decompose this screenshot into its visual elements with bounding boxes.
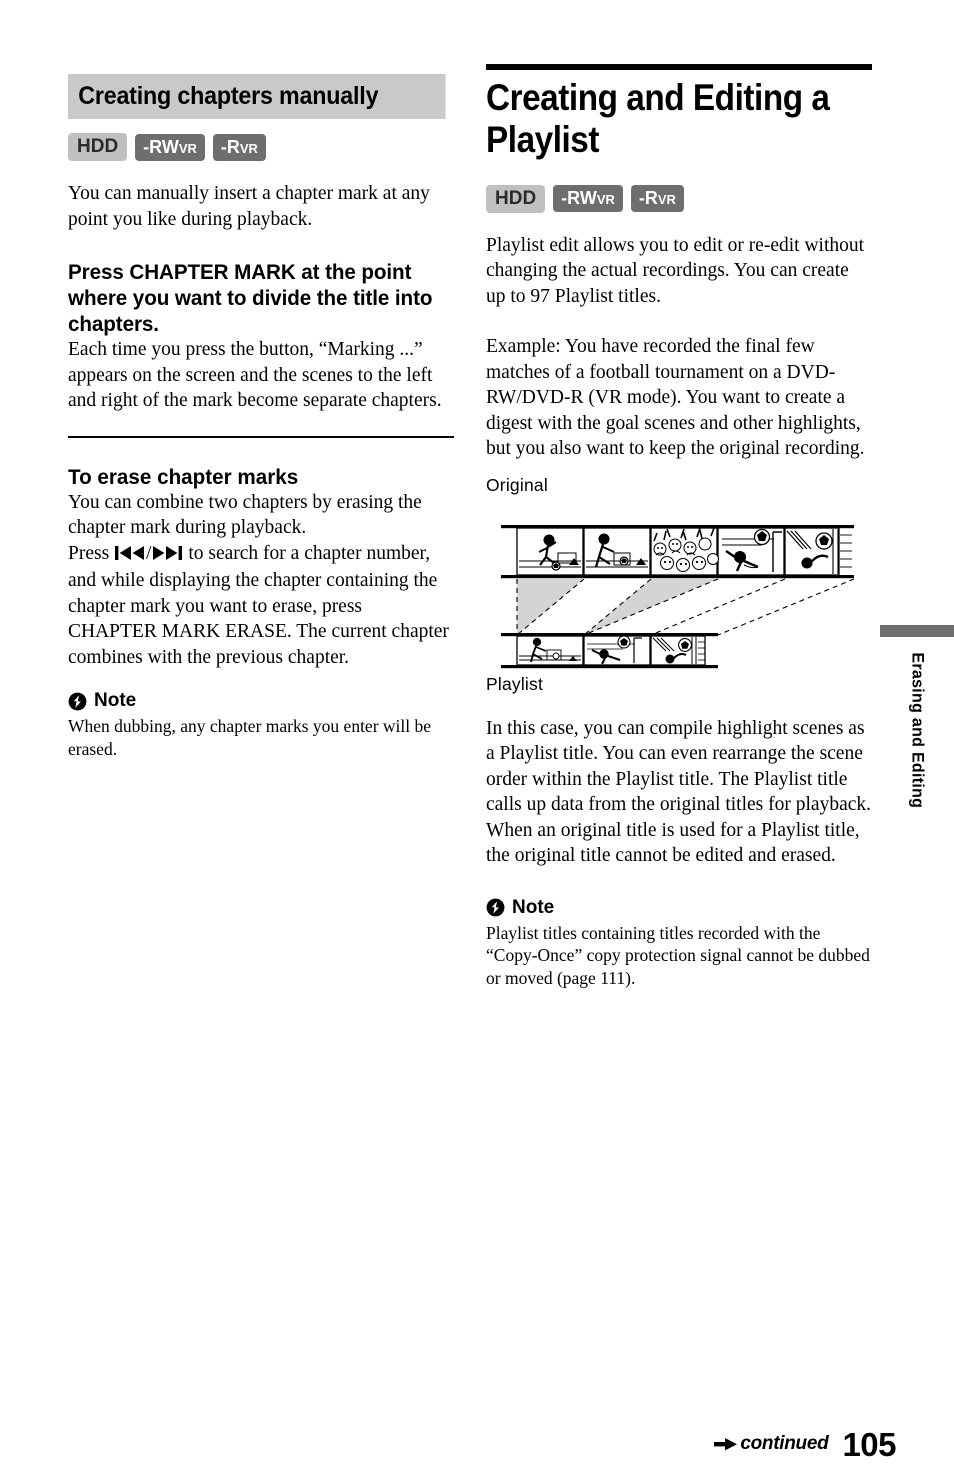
playlist-strip xyxy=(501,632,718,668)
badge-rw-vr-right-main: -RW xyxy=(561,188,597,209)
badge-hdd-label: HDD xyxy=(77,136,119,158)
manual-page: Creating chapters manually HDD -RW VR -R V… xyxy=(0,0,954,1483)
erase-subsection-heading: To erase chapter marks xyxy=(68,464,299,489)
badge-r-vr-right-sub: VR xyxy=(657,192,676,208)
original-strip xyxy=(501,524,854,578)
left-note-header: Note xyxy=(68,690,454,712)
right-column: Creating and Editing a Playlist HDD -RW V… xyxy=(486,64,872,989)
badge-rw-vr-sub: VR xyxy=(178,140,197,156)
note-icon xyxy=(486,898,505,917)
skip-back-icon xyxy=(115,543,145,569)
continued-label: continued xyxy=(740,1433,829,1454)
right-section-title: Creating and Editing a Playlist xyxy=(486,77,830,160)
badge-rw-vr-right-sub: VR xyxy=(596,192,615,208)
continued-marker: continued xyxy=(714,1433,829,1461)
erase-subsection-body-1: You can combine two chapters by erasing … xyxy=(68,491,422,539)
playlist-diagram: Original Playlist xyxy=(486,475,872,694)
left-column: Creating chapters manually HDD -RW VR -R V… xyxy=(68,74,454,760)
chapter-rule xyxy=(486,64,872,70)
side-tab: Erasing and Editing xyxy=(880,625,954,816)
diagram-filmstrips xyxy=(501,524,855,668)
right-note-body: Playlist titles containing titles record… xyxy=(486,922,870,988)
side-tab-label: Erasing and Editing xyxy=(908,652,927,809)
arrow-right-icon xyxy=(714,1438,738,1451)
step-heading: Press CHAPTER MARK at the point where yo… xyxy=(68,260,433,337)
badge-hdd: HDD xyxy=(68,133,128,162)
badge-r-vr: -R VR xyxy=(212,133,266,161)
page-footer: continued 105 xyxy=(714,1428,896,1461)
erase-subsection-body-2: Press / to search for a chapter number, … xyxy=(68,541,454,671)
badge-rw-vr-right: -RW VR xyxy=(553,185,623,213)
note-icon xyxy=(68,692,87,711)
right-media-badges: HDD -RW VR -R VR xyxy=(486,184,872,213)
right-intro-paragraph: Playlist edit allows you to edit or re-e… xyxy=(486,234,865,307)
badge-r-vr-sub: VR xyxy=(239,140,258,156)
badge-r-vr-right-main: -R xyxy=(638,188,658,209)
step-body: Each time you press the button, “Marking… xyxy=(68,339,442,412)
left-media-badges: HDD -RW VR -R VR xyxy=(68,133,454,162)
page-number: 105 xyxy=(842,1426,896,1463)
badge-hdd-right: HDD xyxy=(486,184,546,213)
right-body-after-diagram: In this case, you can compile highlight … xyxy=(486,717,872,867)
press-prefix: Press xyxy=(68,542,110,564)
skip-forward-icon xyxy=(152,543,183,569)
badge-hdd-right-label: HDD xyxy=(495,187,537,209)
side-tab-bar xyxy=(880,625,954,637)
diagram-label-original: Original xyxy=(486,474,548,495)
press-separator: / xyxy=(146,542,152,564)
right-note-label: Note xyxy=(512,896,555,918)
badge-rw-vr-main: -RW xyxy=(143,136,179,157)
left-note-label: Note xyxy=(94,690,137,712)
right-example-paragraph: Example: You have recorded the final few… xyxy=(486,336,865,460)
badge-r-vr-main: -R xyxy=(220,136,240,157)
diagram-connectors xyxy=(516,578,855,636)
badge-rw-vr: -RW VR xyxy=(135,133,205,161)
right-note-header: Note xyxy=(486,897,872,919)
diagram-label-playlist: Playlist xyxy=(486,673,544,694)
left-intro-paragraph: You can manually insert a chapter mark a… xyxy=(68,183,430,230)
left-section-title: Creating chapters manually xyxy=(68,74,446,120)
badge-r-vr-right: -R VR xyxy=(630,185,684,213)
left-note-body: When dubbing, any chapter marks you ente… xyxy=(68,716,432,759)
